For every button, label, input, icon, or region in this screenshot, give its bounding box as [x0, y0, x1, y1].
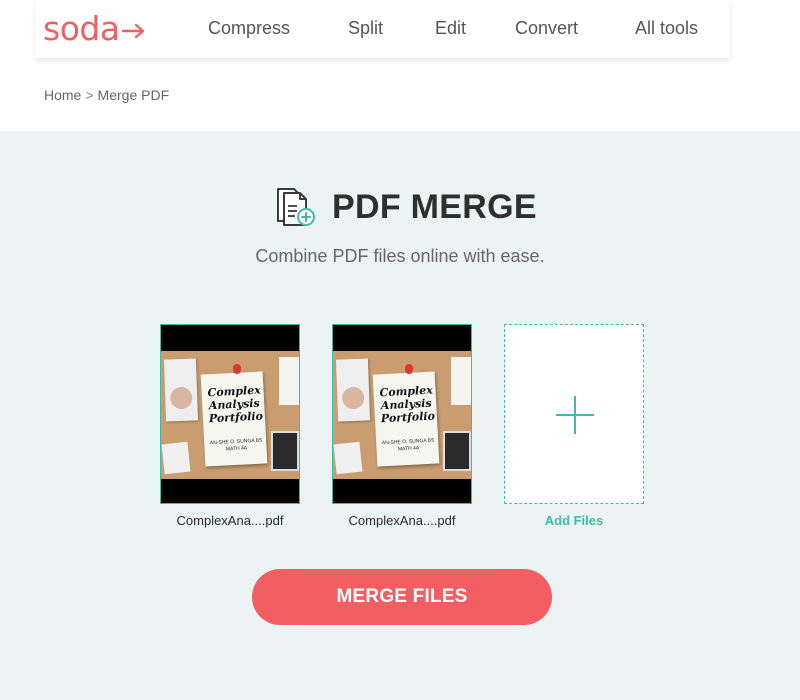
nav-compress[interactable]: Compress [208, 16, 290, 40]
pinned-paper [161, 441, 191, 475]
pinned-photo [163, 358, 199, 422]
pushpin-icon [233, 364, 241, 374]
page-heading: PDF MERGE [270, 182, 537, 232]
pinned-paper [333, 441, 363, 475]
nav-edit[interactable]: Edit [435, 16, 466, 40]
pdf-thumbnail: Complex Analysis Portfolio AN-SHE O. SUN… [161, 351, 299, 479]
plus-icon [556, 396, 594, 434]
breadcrumb-separator: > [85, 87, 94, 103]
add-files-dropzone[interactable] [504, 324, 644, 504]
logo-text: soda [43, 9, 120, 48]
pinned-paper [279, 357, 299, 405]
soda-logo[interactable]: soda [43, 9, 146, 49]
thumb-bottom-bar [333, 479, 471, 503]
file-name: ComplexAna....pdf [176, 513, 284, 528]
nav-all-tools[interactable]: All tools [635, 16, 698, 40]
file-card[interactable]: Complex Analysis Portfolio AN-SHE O. SUN… [332, 324, 472, 504]
thumb-title: Complex Analysis Portfolio [379, 383, 436, 426]
breadcrumb: Home > Merge PDF [44, 86, 169, 104]
breadcrumb-current: Merge PDF [97, 87, 170, 103]
thumb-bottom-bar [161, 479, 299, 503]
thumb-top-bar [333, 325, 471, 351]
top-header: soda Compress Split Edit Convert All too… [0, 0, 800, 131]
add-files-label[interactable]: Add Files [504, 513, 644, 528]
breadcrumb-home[interactable]: Home [44, 87, 81, 103]
nav-split[interactable]: Split [348, 16, 383, 40]
nav-convert[interactable]: Convert [515, 16, 578, 40]
page-title: PDF MERGE [332, 187, 537, 226]
note-card: Complex Analysis Portfolio AN-SHE O. SUN… [200, 371, 268, 467]
thumb-subtitle: AN-SHE O. SUNGA BS MATH 4A [209, 437, 263, 453]
file-name: ComplexAna....pdf [348, 513, 456, 528]
thumb-title: Complex Analysis Portfolio [207, 383, 264, 426]
thumb-top-bar [161, 325, 299, 351]
pinned-photo [271, 431, 299, 471]
merge-files-button[interactable]: MERGE FILES [252, 569, 552, 625]
pushpin-icon [405, 364, 413, 374]
note-card: Complex Analysis Portfolio AN-SHE O. SUN… [372, 371, 440, 467]
pinned-paper [451, 357, 471, 405]
pinned-photo [443, 431, 471, 471]
thumb-subtitle: AN-SHE O. SUNGA BS MATH 4A [381, 437, 435, 453]
pinned-photo [335, 358, 371, 422]
arrow-right-icon [121, 23, 144, 39]
page-subtitle: Combine PDF files online with ease. [255, 246, 545, 266]
document-merge-icon [277, 188, 315, 226]
navbar: soda Compress Split Edit Convert All too… [35, 0, 730, 58]
merge-tool-section: PDF MERGE Combine PDF files online with … [0, 131, 800, 700]
file-card[interactable]: Complex Analysis Portfolio AN-SHE O. SUN… [160, 324, 300, 504]
pdf-thumbnail: Complex Analysis Portfolio AN-SHE O. SUN… [333, 351, 471, 479]
